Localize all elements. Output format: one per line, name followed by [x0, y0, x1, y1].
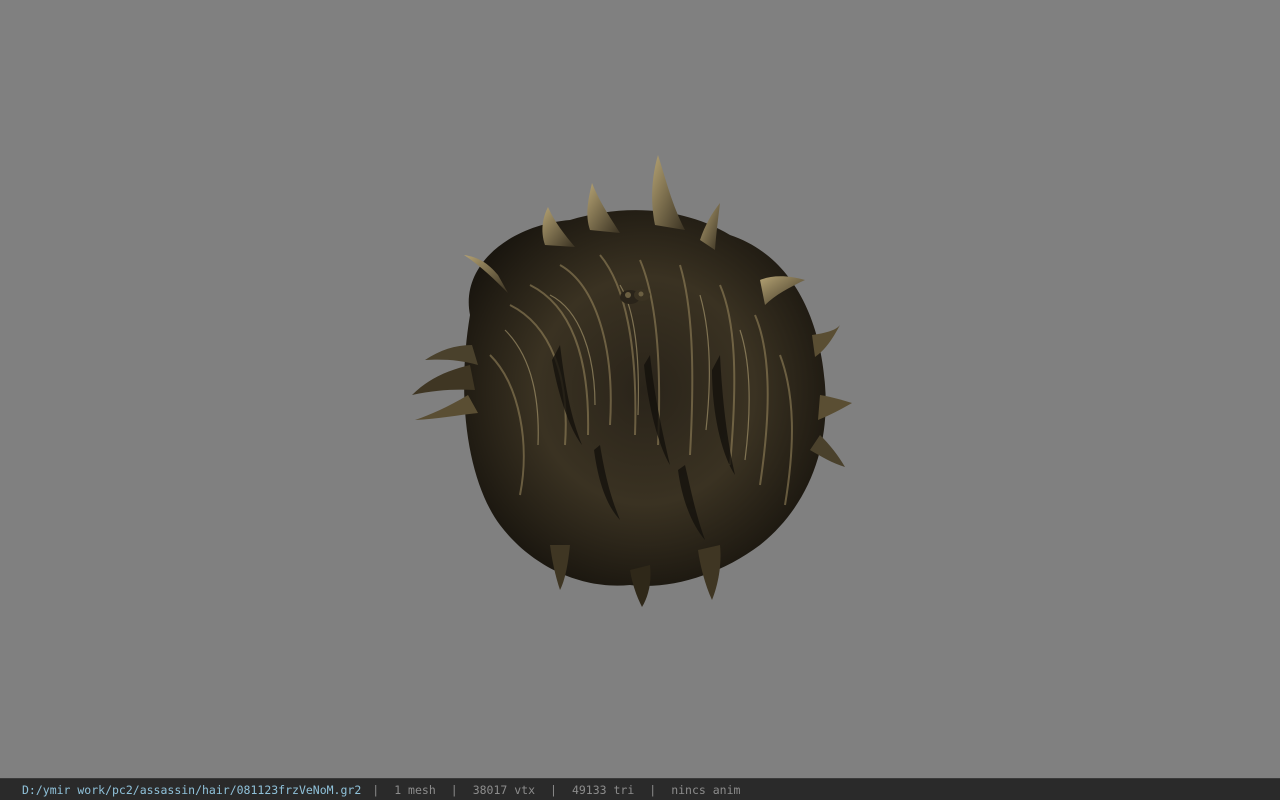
mesh-count: 1 mesh [394, 782, 436, 797]
hair-model[interactable] [400, 145, 860, 615]
separator: | [550, 782, 557, 797]
status-bar: D:/ymir work/pc2/assassin/hair/081123frz… [0, 778, 1280, 800]
triangle-count: 49133 tri [571, 782, 635, 797]
3d-viewport[interactable] [0, 0, 1280, 778]
separator: | [649, 782, 657, 797]
file-path: D:/ymir work/pc2/assassin/hair/081123frz… [22, 782, 362, 797]
vertex-count: 38017 vtx [472, 782, 535, 797]
separator: | [450, 782, 458, 797]
animation-status: nincs anim [671, 782, 741, 797]
separator: | [372, 782, 380, 797]
